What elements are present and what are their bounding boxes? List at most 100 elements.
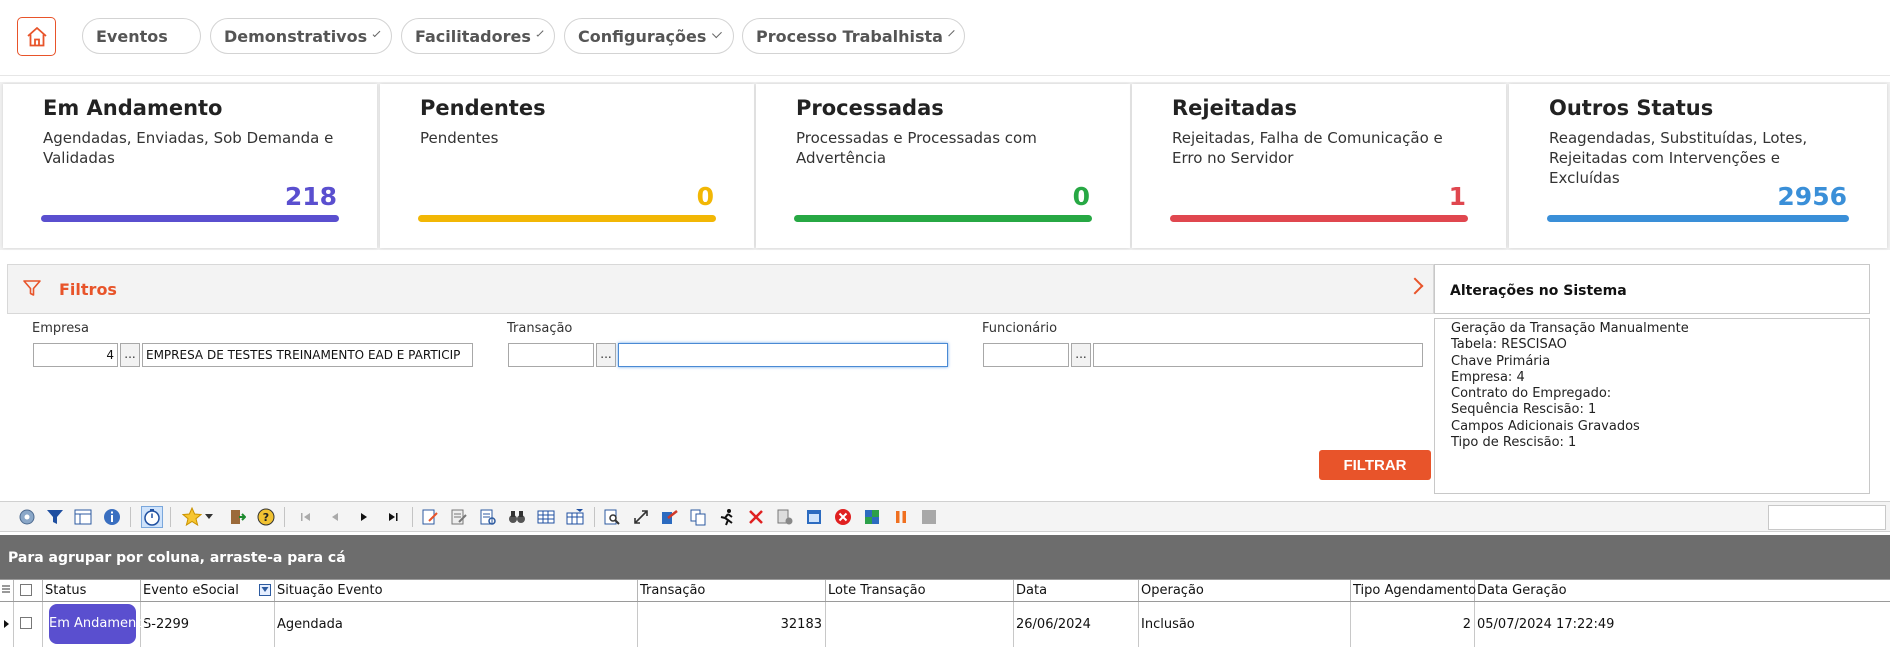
export-icon[interactable] xyxy=(658,506,680,528)
chevron-down-icon xyxy=(372,29,381,38)
nav-processo-trabalhista-label: Processo Trabalhista xyxy=(756,26,943,46)
row-checkbox[interactable] xyxy=(20,617,32,629)
col-operacao[interactable]: Operação xyxy=(1139,580,1351,601)
status-badge[interactable]: Em Andamento xyxy=(49,604,149,644)
col-data[interactable]: Data xyxy=(1014,580,1139,601)
row-menu-icon[interactable] xyxy=(0,580,14,601)
grid-filter-icon[interactable] xyxy=(564,506,586,528)
prev-record-icon[interactable] xyxy=(324,506,346,528)
chevron-down-icon xyxy=(948,29,955,37)
card-title: Outros Status xyxy=(1549,96,1714,120)
first-record-icon[interactable] xyxy=(295,506,317,528)
toolbar-separator xyxy=(130,507,131,527)
preview-icon[interactable] xyxy=(601,506,623,528)
stop-icon[interactable] xyxy=(918,506,940,528)
report-icon[interactable] xyxy=(477,506,499,528)
run-icon[interactable] xyxy=(716,506,738,528)
col-evento-esocial[interactable]: Evento eSocial xyxy=(141,580,275,601)
col-tipo-agendamento[interactable]: Tipo Agendamento xyxy=(1351,580,1476,601)
help-globe-icon[interactable]: ? xyxy=(255,506,277,528)
filtrar-button[interactable]: FILTRAR xyxy=(1319,450,1431,480)
card-rejeitadas[interactable]: Rejeitadas Rejeitadas, Falha de Comunica… xyxy=(1132,84,1506,248)
filter-icon[interactable] xyxy=(44,506,66,528)
card-subtitle: Processadas e Processadas com Advertênci… xyxy=(796,129,1037,167)
change-line: Campos Adicionais Gravados xyxy=(1451,418,1640,434)
nav-demonstrativos-label: Demonstrativos xyxy=(224,26,368,46)
edit-list-icon[interactable] xyxy=(448,506,470,528)
nav-configuracoes[interactable]: Configurações xyxy=(564,18,734,54)
toolbar-separator xyxy=(594,507,595,527)
card-bar xyxy=(794,215,1092,222)
nav-eventos-label: Eventos xyxy=(96,26,168,46)
grid-header: Status Evento eSocial Situação Evento Tr… xyxy=(0,579,1890,602)
copy-doc-icon[interactable] xyxy=(687,506,709,528)
empresa-name-input[interactable] xyxy=(142,343,473,367)
cell-situacao-evento: Agendada xyxy=(275,602,638,647)
card-pendentes[interactable]: Pendentes Pendentes 0 xyxy=(380,84,754,248)
col-status[interactable]: Status xyxy=(43,580,141,601)
nav-configuracoes-label: Configurações xyxy=(578,26,707,46)
filters-header[interactable]: Filtros xyxy=(7,264,1434,314)
col-transacao[interactable]: Transação xyxy=(638,580,826,601)
funcionario-lookup-button[interactable]: ... xyxy=(1071,343,1091,367)
nav-demonstrativos[interactable]: Demonstrativos xyxy=(210,18,392,54)
cancel-circle-icon[interactable] xyxy=(832,506,854,528)
card-bar xyxy=(1547,215,1849,222)
table-row[interactable]: S-2299 Agendada 32183 26/06/2024 Inclusã… xyxy=(0,602,1890,647)
columns-icon[interactable] xyxy=(72,506,94,528)
timer-icon[interactable] xyxy=(141,506,163,528)
settings-doc-icon[interactable] xyxy=(774,506,796,528)
star-dropdown-icon[interactable] xyxy=(203,506,215,528)
empresa-lookup-button[interactable]: ... xyxy=(120,343,140,367)
refresh-gear-icon[interactable] xyxy=(16,506,38,528)
column-filter-icon[interactable] xyxy=(259,584,271,596)
select-all-checkbox[interactable] xyxy=(20,584,32,596)
col-data-geracao[interactable]: Data Geração xyxy=(1475,580,1890,601)
next-record-icon[interactable] xyxy=(353,506,375,528)
exit-door-icon[interactable] xyxy=(226,506,248,528)
nav-eventos[interactable]: Eventos xyxy=(82,18,201,54)
status-cards: Em Andamento Agendadas, Enviadas, Sob De… xyxy=(0,82,1890,250)
card-count: 0 xyxy=(1072,182,1090,211)
chevron-right-icon[interactable] xyxy=(1406,277,1424,295)
window-icon[interactable] xyxy=(803,506,825,528)
toolbar-separator xyxy=(284,507,285,527)
transacao-label: Transação xyxy=(507,321,573,336)
cell-tipo-agendamento: 2 xyxy=(1351,602,1475,647)
empresa-code-input[interactable] xyxy=(33,343,118,367)
transacao-lookup-button[interactable]: ... xyxy=(596,343,616,367)
group-by-hint[interactable]: Para agrupar por coluna, arraste-a para … xyxy=(0,535,1890,579)
transacao-name-input[interactable] xyxy=(618,343,948,367)
card-em-andamento[interactable]: Em Andamento Agendadas, Enviadas, Sob De… xyxy=(3,84,377,248)
delete-x-icon[interactable] xyxy=(745,506,767,528)
binoculars-icon[interactable] xyxy=(506,506,528,528)
changes-panel-body: Geração da Transação Manualmente Tabela:… xyxy=(1434,318,1870,494)
pause-icon[interactable] xyxy=(890,506,912,528)
card-outros-status[interactable]: Outros Status Reagendadas, Substituídas,… xyxy=(1509,84,1887,248)
funcionario-name-input[interactable] xyxy=(1093,343,1423,367)
edit-doc-icon[interactable] xyxy=(419,506,441,528)
col-lote-transacao[interactable]: Lote Transação xyxy=(826,580,1014,601)
card-count: 0 xyxy=(696,182,714,211)
toolbar-separator xyxy=(412,507,413,527)
home-button[interactable] xyxy=(17,17,56,56)
expand-icon[interactable] xyxy=(630,506,652,528)
row-select-cell[interactable] xyxy=(14,602,43,647)
col-situacao-evento[interactable]: Situação Evento xyxy=(275,580,638,601)
nav-processo-trabalhista[interactable]: Processo Trabalhista xyxy=(742,18,965,54)
card-title: Processadas xyxy=(796,96,944,120)
card-bar xyxy=(418,215,716,222)
info-icon[interactable] xyxy=(101,506,123,528)
change-line: Empresa: 4 xyxy=(1451,369,1525,385)
card-processadas[interactable]: Processadas Processadas e Processadas co… xyxy=(756,84,1130,248)
nav-facilitadores[interactable]: Facilitadores xyxy=(401,18,555,54)
star-icon[interactable] xyxy=(181,506,203,528)
toolbar-search-box[interactable] xyxy=(1768,505,1886,530)
select-all-cell[interactable] xyxy=(14,580,43,601)
transacao-code-input[interactable] xyxy=(508,343,594,367)
last-record-icon[interactable] xyxy=(382,506,404,528)
grid-view-icon[interactable] xyxy=(535,506,557,528)
funcionario-code-input[interactable] xyxy=(983,343,1069,367)
puzzle-icon[interactable] xyxy=(861,506,883,528)
change-line: Geração da Transação Manualmente xyxy=(1451,321,1689,336)
